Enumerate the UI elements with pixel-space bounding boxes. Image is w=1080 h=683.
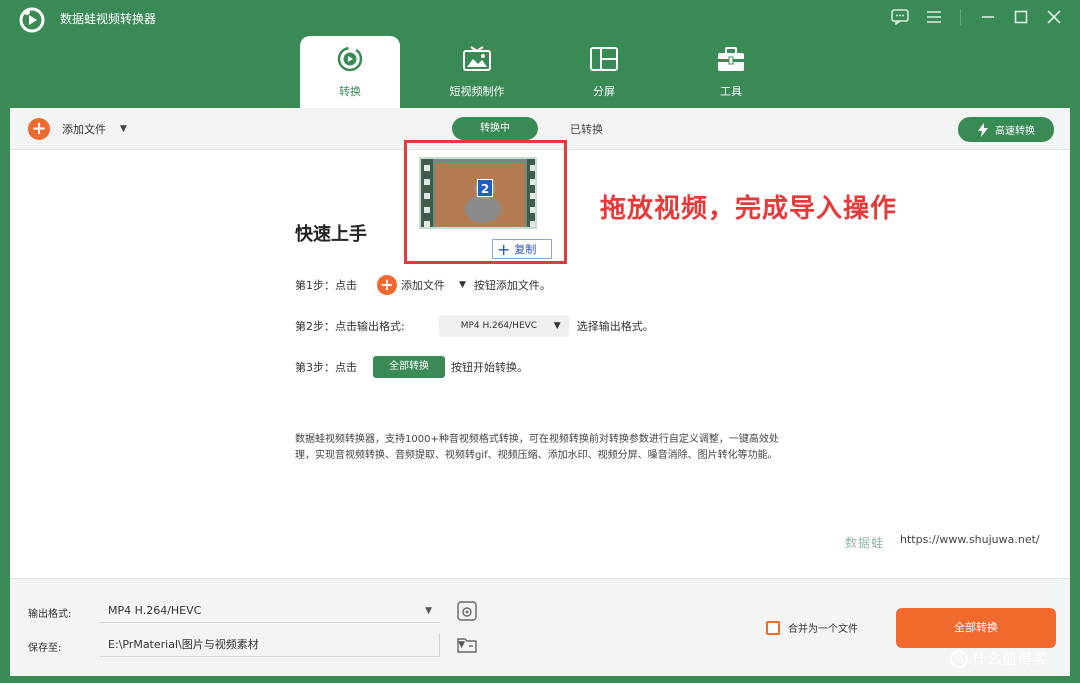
title-bar: 数据蛙视频转换器 转换 短视频制作 分屏 工具: [0, 0, 1080, 108]
step-1-prefix: 第1步：点击: [295, 279, 357, 292]
watermark-logo-icon: 值: [950, 649, 968, 668]
video-thumbnail: 2: [419, 157, 537, 229]
chevron-down-icon: ▼: [553, 321, 561, 331]
tab-label: 短视频制作: [449, 85, 505, 98]
close-icon[interactable]: [1043, 6, 1065, 28]
format-select[interactable]: MP4 H.264/HEVC ▼: [438, 315, 569, 337]
folder-icon[interactable]: [456, 634, 478, 656]
step-3-suffix: 按钮开始转换。: [451, 361, 528, 374]
menu-icon[interactable]: [923, 6, 945, 28]
tab-convert[interactable]: 转换: [300, 36, 400, 108]
step-3: 第3步：点击 全部转换 按钮开始转换。: [295, 356, 528, 378]
speed-convert-button[interactable]: 高速转换: [958, 117, 1054, 142]
save-to-label: 保存至:: [28, 643, 62, 654]
merge-checkbox[interactable]: 合并为一个文件: [766, 620, 858, 635]
convert-all-small-button[interactable]: 全部转换: [373, 356, 445, 378]
app-title: 数据蛙视频转换器: [60, 12, 157, 26]
step-2-suffix: 选择输出格式。: [576, 320, 654, 333]
convert-icon: [337, 46, 363, 72]
plus-icon: +: [497, 239, 511, 259]
bottom-bar: 输出格式: MP4 H.264/HEVC ▼ 保存至: E:\PrMateria…: [10, 578, 1070, 676]
chevron-down-icon: ▼: [425, 606, 432, 616]
corner-watermark: 值 什么值得买: [950, 648, 1047, 669]
tab-label: 工具: [720, 85, 742, 98]
brand-url[interactable]: https://www.shujuwa.net/: [900, 533, 1040, 546]
annotation-text: 拖放视频，完成导入操作: [600, 194, 898, 224]
output-format-label: 输出格式:: [28, 609, 72, 620]
convert-all-button[interactable]: 全部转换: [896, 608, 1056, 648]
merge-label: 合并为一个文件: [788, 624, 858, 635]
output-format-select[interactable]: MP4 H.264/HEVC ▼: [100, 599, 440, 623]
save-path-field[interactable]: E:\PrMaterial\图片与视频素材 ▼: [100, 633, 465, 657]
step-2-prefix: 第2步：点击输出格式:: [295, 320, 405, 333]
chevron-down-icon[interactable]: ▼: [120, 124, 127, 134]
quick-start-title: 快速上手: [295, 224, 367, 245]
file-count-badge: 2: [477, 179, 493, 197]
format-value: MP4 H.264/HEVC: [460, 321, 538, 331]
drag-highlight-box: 2 + 复制: [404, 140, 567, 264]
toolbox-icon: [718, 47, 744, 71]
corner-watermark-text: 什么值得买: [972, 650, 1048, 668]
short-video-icon: [463, 46, 491, 71]
app-logo-icon: [19, 7, 45, 33]
tab-tools[interactable]: 工具: [681, 36, 781, 108]
output-format-value: MP4 H.264/HEVC: [108, 604, 202, 617]
title-divider: [960, 9, 961, 25]
feedback-icon[interactable]: [889, 6, 911, 28]
step-2: 第2步：点击输出格式: MP4 H.264/HEVC ▼ 选择输出格式。: [295, 315, 654, 337]
add-file-button[interactable]: + 添加文件 ▼: [28, 118, 127, 140]
plus-icon: +: [28, 118, 50, 140]
lightning-icon: [978, 122, 988, 137]
step-1: 第1步：点击 + 添加文件 ▼ 按钮添加文件。: [295, 274, 551, 296]
minimize-icon[interactable]: [977, 6, 999, 28]
speed-label: 高速转换: [995, 126, 1035, 137]
brand-watermark: 数据蛙: [845, 536, 885, 550]
step-1-button[interactable]: 添加文件: [401, 277, 445, 293]
maximize-icon[interactable]: [1010, 6, 1032, 28]
tab-label: 转换: [339, 85, 361, 98]
plus-icon[interactable]: +: [377, 275, 397, 295]
copy-label: 复制: [514, 243, 537, 256]
tab-converted[interactable]: 已转换: [570, 121, 603, 137]
copy-tooltip: + 复制: [492, 239, 552, 259]
main-panel: + 添加文件 ▼ 转换中 已转换 高速转换 2 + 复制 拖放视频，完成导入操作…: [10, 108, 1070, 578]
format-settings-icon[interactable]: [456, 600, 478, 622]
tab-split-screen[interactable]: 分屏: [554, 36, 654, 108]
tab-label: 分屏: [593, 85, 615, 98]
step-1-suffix: 按钮添加文件。: [473, 279, 551, 292]
add-file-label: 添加文件: [62, 123, 106, 136]
step-3-prefix: 第3步：点击: [295, 361, 357, 374]
tab-converting[interactable]: 转换中: [452, 117, 538, 140]
split-screen-icon: [590, 47, 618, 71]
chevron-down-icon[interactable]: ▼: [459, 280, 466, 290]
save-path-value: E:\PrMaterial\图片与视频素材: [108, 638, 259, 651]
tab-short-video[interactable]: 短视频制作: [427, 36, 527, 108]
product-description: 数据蛙视频转换器，支持1000+种音视频格式转换，可在视频转换前对转换参数进行自…: [295, 434, 779, 461]
checkbox[interactable]: [766, 620, 780, 635]
